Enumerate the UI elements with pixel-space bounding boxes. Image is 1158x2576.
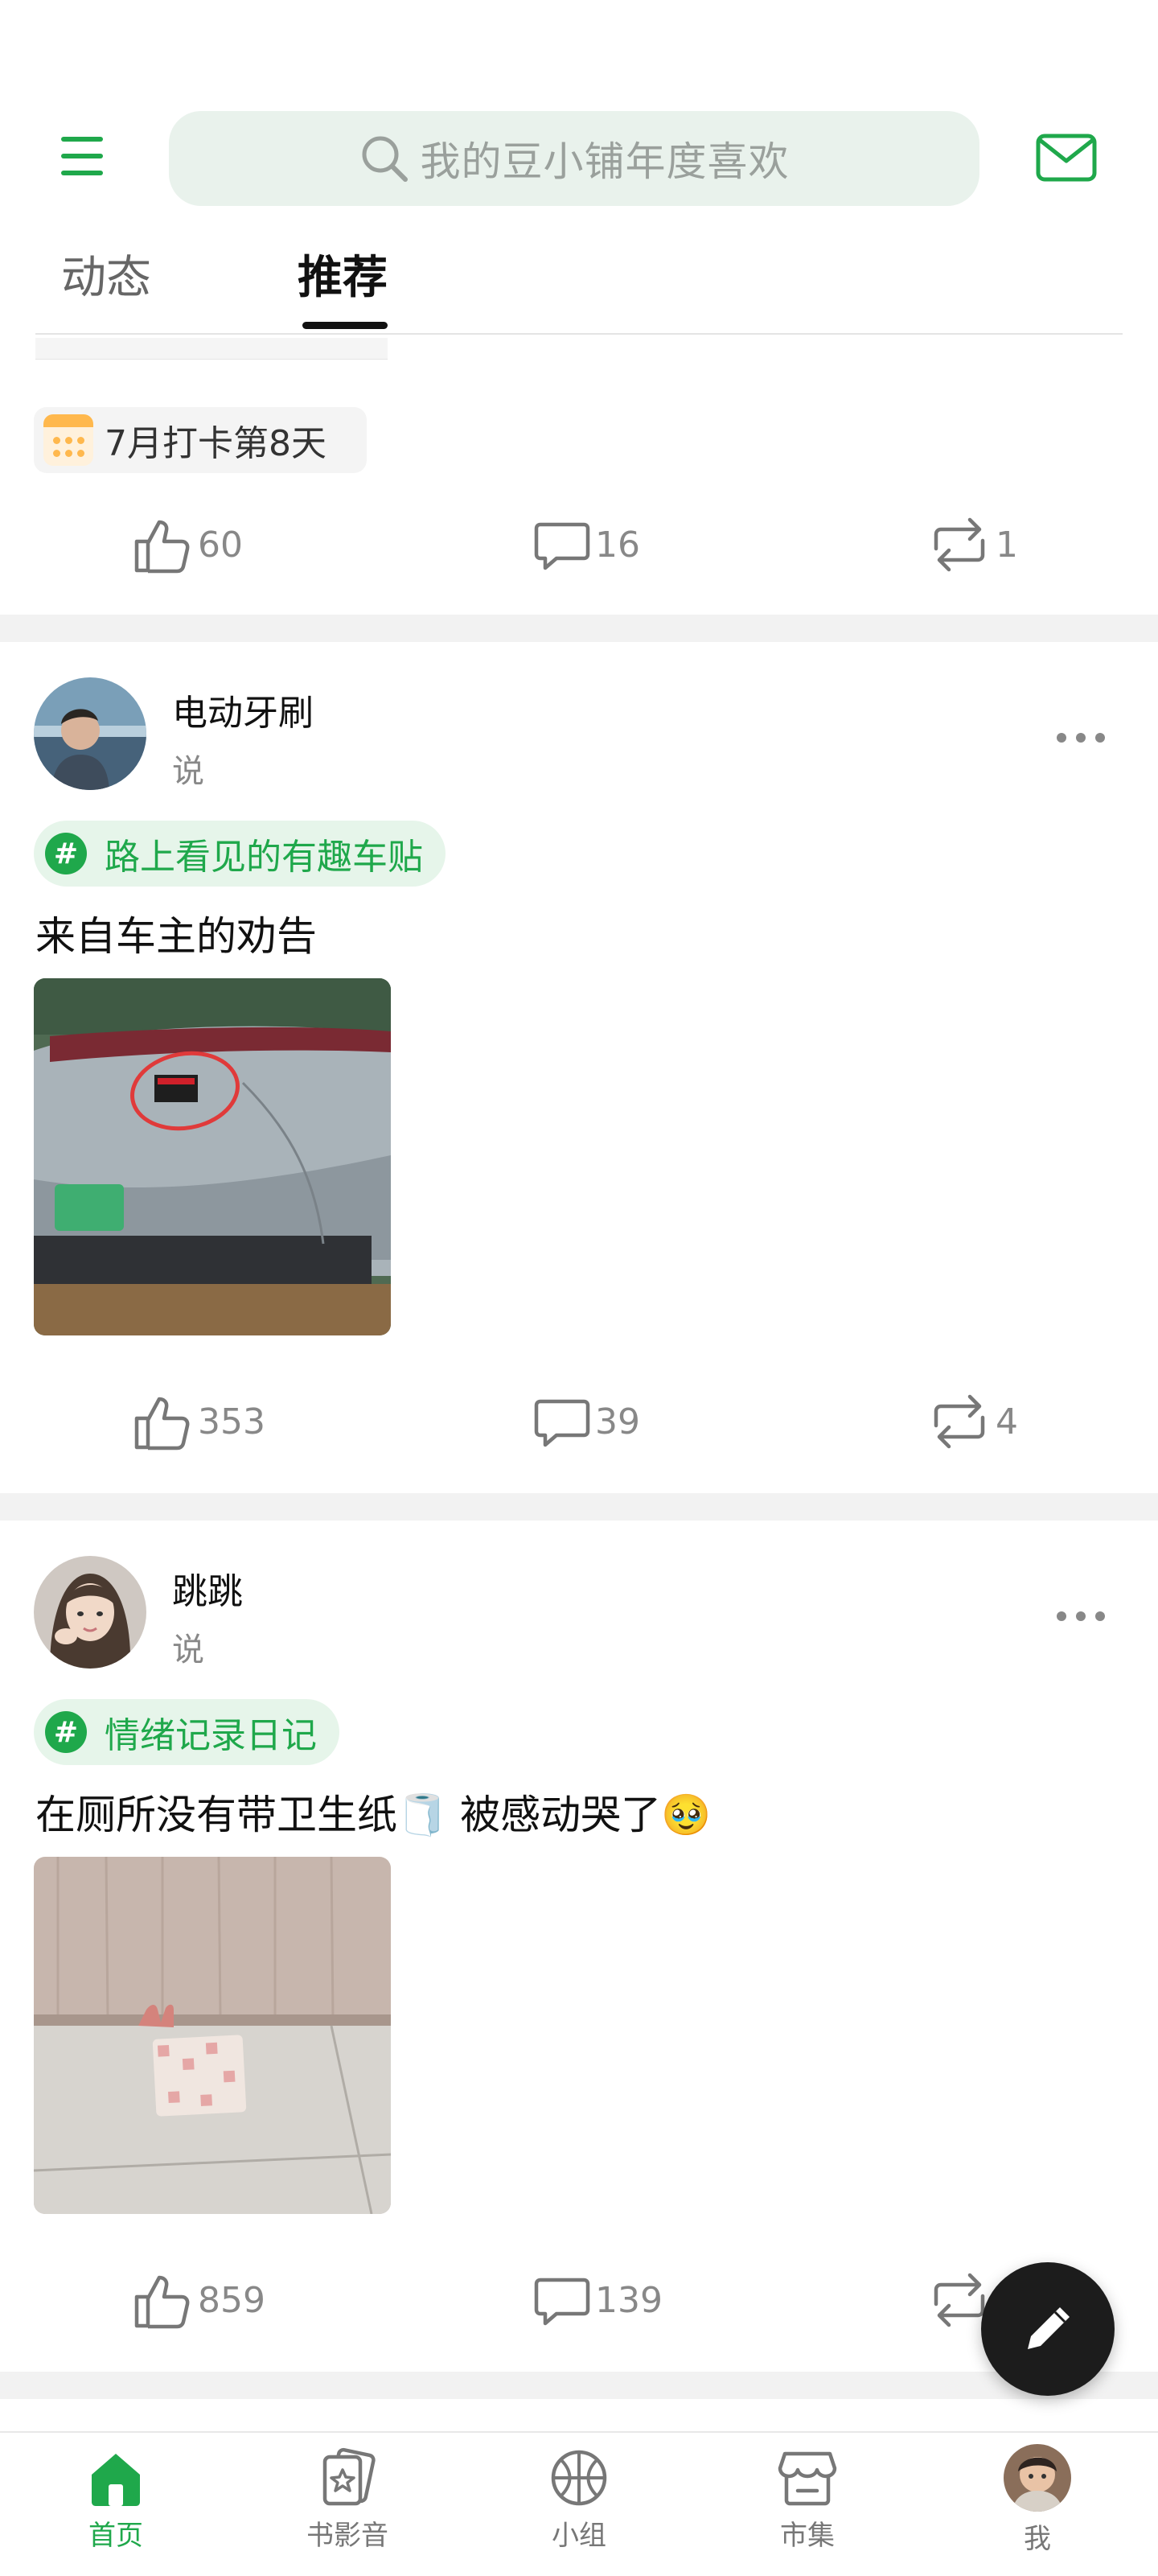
like-button[interactable]: 60: [132, 508, 243, 581]
film-star-icon: [322, 2447, 376, 2506]
like-count: 353: [198, 1401, 265, 1442]
search-icon: [362, 136, 408, 182]
market-icon: [778, 2451, 837, 2506]
like-button[interactable]: 353: [132, 1385, 265, 1458]
tab-dynamic[interactable]: 动态: [61, 241, 151, 307]
post-verb: 说: [172, 753, 204, 790]
more-options-icon[interactable]: [1057, 733, 1105, 744]
nav-label: 首页: [88, 2520, 143, 2552]
search-input[interactable]: 我的豆小铺年度喜欢: [169, 111, 979, 206]
comment-button[interactable]: 139: [534, 2264, 663, 2336]
feed-separator: [0, 1493, 1158, 1520]
nav-groups[interactable]: 小组: [499, 2447, 659, 2553]
action-row: 60 16 1: [0, 508, 1158, 581]
topic-chip[interactable]: # 路上看见的有趣车贴: [34, 821, 446, 887]
nav-label: 书影音: [306, 2520, 388, 2552]
tab-indicator: [302, 322, 388, 329]
checkin-badge[interactable]: 7月打卡第8天: [34, 407, 367, 473]
comment-button[interactable]: 16: [534, 508, 640, 581]
nav-market[interactable]: 市集: [727, 2447, 888, 2553]
thumbs-up-icon: [134, 1397, 190, 1451]
post-text: 来自车主的劝告: [35, 913, 317, 960]
author-name[interactable]: 跳跳: [172, 1562, 243, 1614]
like-button[interactable]: 859: [132, 2264, 265, 2336]
home-icon: [92, 2454, 140, 2506]
nav-label: 小组: [552, 2520, 606, 2552]
action-row: 353 39 4: [0, 1385, 1158, 1458]
feed-separator: [0, 615, 1158, 642]
nav-books-movies-music[interactable]: 书影音: [267, 2447, 428, 2553]
post-image-partial[interactable]: [35, 338, 388, 360]
like-count: 859: [198, 2279, 265, 2321]
repost-count: 1: [996, 524, 1018, 566]
bottom-nav: 首页 书影音 小组 市集 我: [0, 2431, 1158, 2576]
header-divider: [35, 333, 1123, 335]
topic-label: 路上看见的有趣车贴: [105, 837, 423, 878]
comment-count: 16: [595, 524, 640, 566]
comment-icon: [534, 1399, 590, 1447]
topic-chip[interactable]: # 情绪记录日记: [34, 1699, 339, 1765]
nav-label: 我: [1024, 2523, 1051, 2555]
topic-label: 情绪记录日记: [105, 1715, 317, 1756]
group-ball-icon: [551, 2450, 607, 2506]
avatar[interactable]: [34, 677, 146, 790]
post-image[interactable]: [34, 1857, 391, 2214]
mail-icon[interactable]: [1036, 134, 1097, 182]
comment-count: 139: [595, 2279, 663, 2321]
like-count: 60: [198, 524, 243, 566]
comment-icon: [534, 2278, 590, 2326]
avatar: [1004, 2444, 1071, 2512]
pencil-icon: [1028, 2307, 1070, 2349]
search-placeholder: 我的豆小铺年度喜欢: [420, 138, 790, 185]
feed-separator: [0, 2372, 1158, 2399]
calendar-icon: [43, 414, 93, 466]
hashtag-icon: #: [45, 1711, 87, 1753]
repost-button[interactable]: 1: [928, 508, 1018, 581]
post-text: 在厕所没有带卫生纸🧻 被感动哭了🥹: [35, 1792, 712, 1838]
thumbs-up-icon: [134, 2275, 190, 2329]
repost-button[interactable]: 4: [928, 1385, 1018, 1458]
comment-button[interactable]: 39: [534, 1385, 640, 1458]
comment-count: 39: [595, 1401, 640, 1442]
compose-button[interactable]: [981, 2262, 1115, 2396]
repost-icon: [934, 1394, 985, 1449]
avatar[interactable]: [34, 1556, 146, 1669]
repost-count: 4: [996, 1401, 1018, 1442]
menu-icon[interactable]: [56, 134, 108, 179]
nav-home[interactable]: 首页: [35, 2447, 196, 2553]
comment-icon: [534, 522, 590, 570]
post-image[interactable]: [34, 978, 391, 1335]
checkin-label: 7月打卡第8天: [105, 423, 326, 464]
more-options-icon[interactable]: [1057, 1611, 1105, 1623]
repost-icon: [934, 517, 985, 572]
hashtag-icon: #: [45, 833, 87, 874]
tab-recommend[interactable]: 推荐: [298, 241, 388, 307]
post-verb: 说: [172, 1632, 204, 1669]
author-name[interactable]: 电动牙刷: [172, 684, 314, 735]
nav-me[interactable]: 我: [957, 2444, 1118, 2556]
nav-label: 市集: [780, 2520, 835, 2552]
thumbs-up-icon: [134, 520, 190, 574]
